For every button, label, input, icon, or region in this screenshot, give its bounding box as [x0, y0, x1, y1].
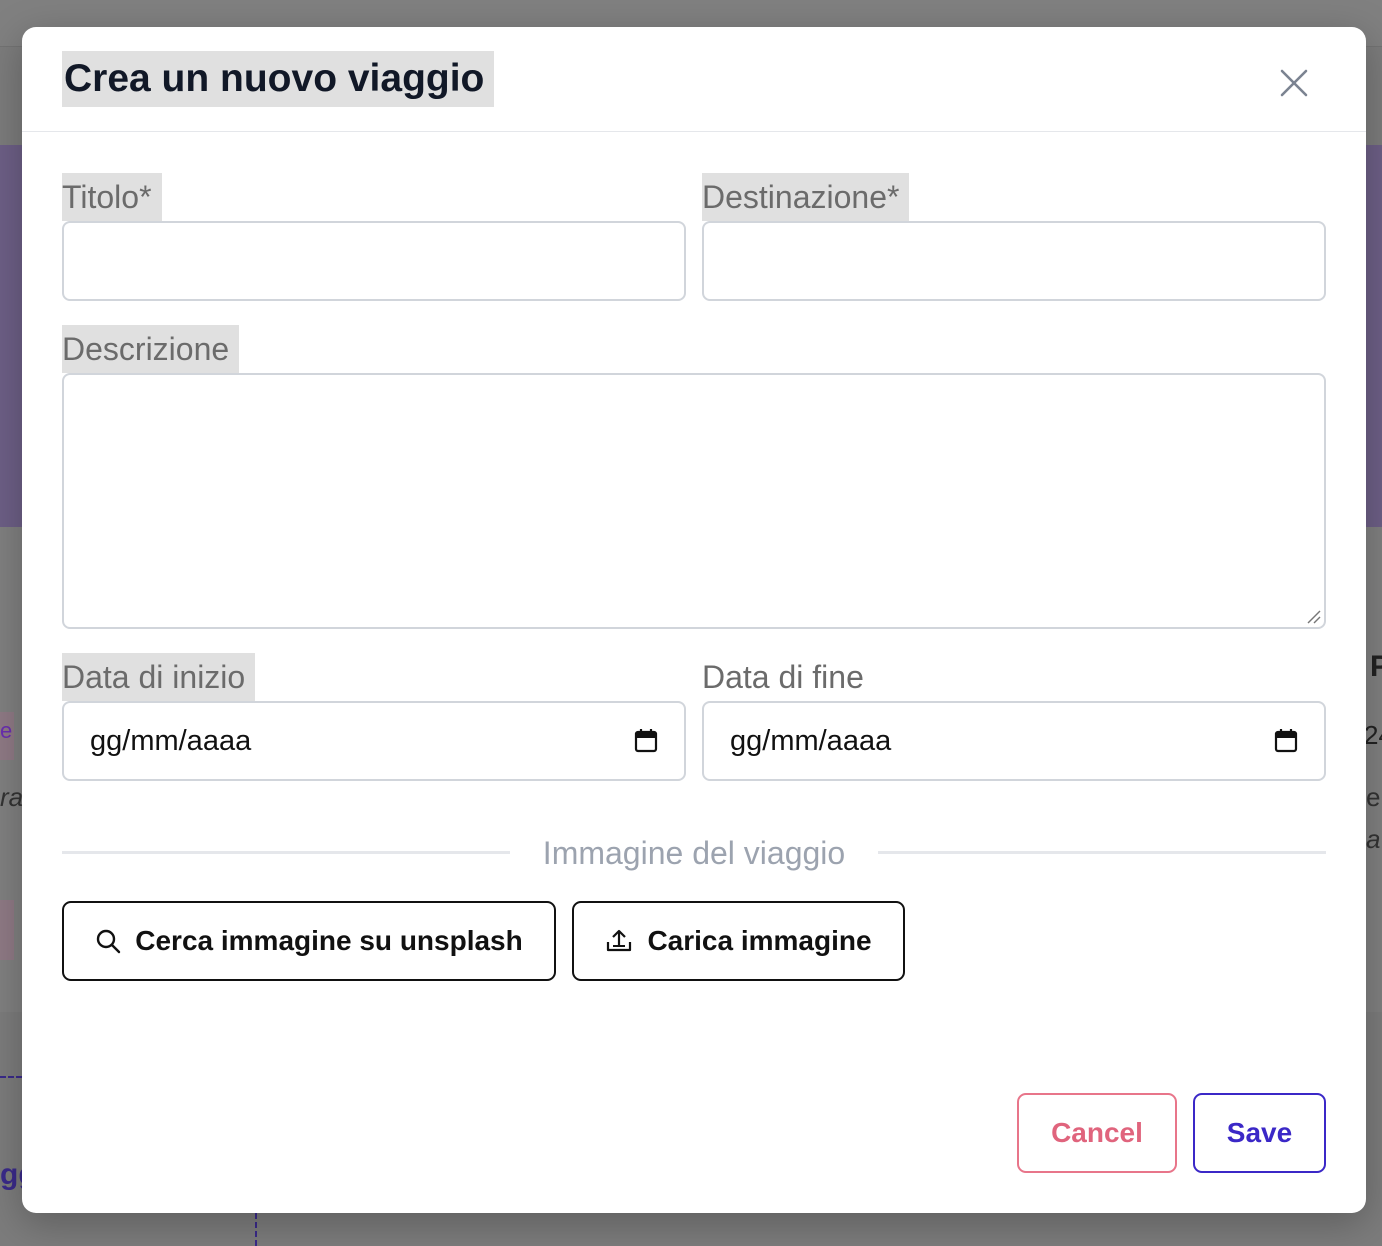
background-text: a [1366, 824, 1381, 854]
destination-input[interactable] [702, 221, 1326, 301]
background-text: e [1366, 782, 1381, 812]
modal-header: Crea un nuovo viaggio [22, 27, 1366, 132]
close-icon [1280, 69, 1308, 97]
end-date-placeholder: gg/mm/aaaa [730, 724, 892, 757]
description-label: Descrizione [62, 325, 240, 373]
start-date-placeholder: gg/mm/aaaa [90, 724, 252, 757]
save-button[interactable]: Save [1193, 1093, 1326, 1173]
search-unsplash-label: Cerca immagine su unsplash [135, 925, 523, 956]
destination-label: Destinazione* [702, 173, 910, 221]
cancel-button[interactable]: Cancel [1017, 1093, 1177, 1173]
divider-line-right [878, 851, 1326, 854]
background-text: ra [0, 782, 24, 812]
upload-image-label: Carica immagine [647, 925, 872, 956]
modal-title: Crea un nuovo viaggio [62, 51, 495, 107]
resize-handle-icon[interactable] [1305, 608, 1321, 624]
background-text: e [0, 718, 13, 743]
title-label: Titolo* [62, 173, 162, 221]
background-dashed-line [0, 1076, 22, 1078]
calendar-icon[interactable] [634, 728, 658, 754]
description-textarea[interactable] [62, 373, 1326, 629]
title-input[interactable] [62, 221, 686, 301]
upload-image-button[interactable]: Carica immagine [572, 901, 905, 981]
search-icon [97, 929, 121, 954]
calendar-icon[interactable] [1274, 728, 1298, 754]
background-text: P [1370, 650, 1382, 683]
upload-icon [607, 929, 632, 952]
background-text: 24 [1364, 720, 1382, 750]
start-date-input[interactable]: gg/mm/aaaa [62, 701, 686, 781]
create-trip-modal: Crea un nuovo viaggio Titolo* Destinazio… [22, 27, 1366, 1213]
start-date-label: Data di inizio [62, 653, 256, 701]
background-dashed-line [255, 1213, 257, 1246]
background-tag [0, 900, 14, 960]
end-date-input[interactable]: gg/mm/aaaa [702, 701, 1326, 781]
search-unsplash-button[interactable]: Cerca immagine su unsplash [62, 901, 556, 981]
end-date-label: Data di fine [702, 659, 864, 695]
close-button[interactable] [1274, 63, 1314, 103]
